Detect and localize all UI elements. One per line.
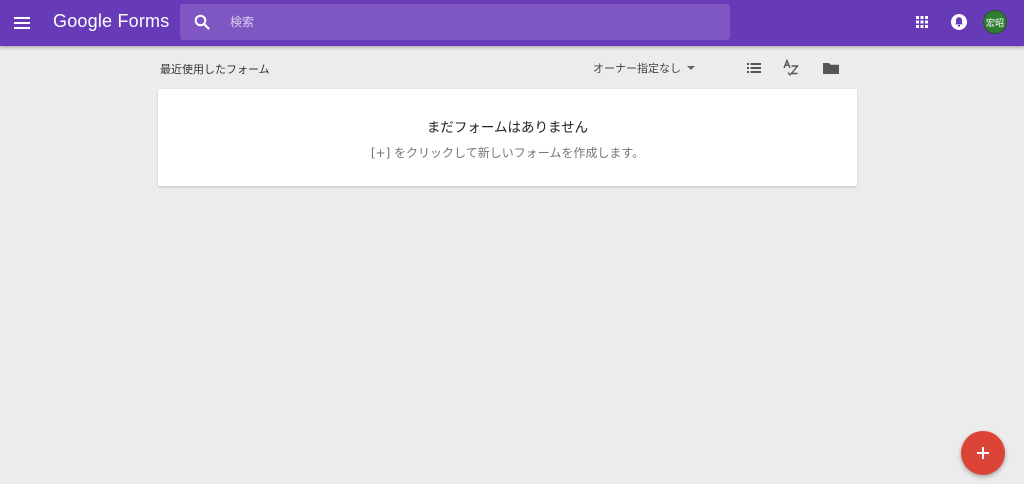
- empty-state-hint: [+] をクリックして新しいフォームを作成します。: [370, 146, 645, 160]
- search-input[interactable]: [230, 4, 710, 40]
- sort-az-icon[interactable]: [781, 58, 801, 78]
- search-icon[interactable]: [193, 13, 211, 31]
- main-menu-button[interactable]: [8, 9, 36, 37]
- notifications-icon: [951, 14, 967, 30]
- forms-list-card: まだフォームはありません [+] をクリックして新しいフォームを作成します。: [158, 89, 857, 186]
- hamburger-menu-icon: [14, 17, 30, 29]
- folder-icon[interactable]: [821, 58, 841, 78]
- notifications-button[interactable]: [949, 12, 969, 32]
- google-apps-button[interactable]: [912, 12, 932, 32]
- list-view-icon[interactable]: [744, 58, 764, 78]
- create-form-button[interactable]: [961, 431, 1005, 475]
- app-title[interactable]: Google Forms: [53, 11, 169, 32]
- plus-icon: [977, 447, 989, 459]
- empty-state-title: まだフォームはありません: [426, 120, 589, 136]
- apps-grid-icon: [916, 16, 928, 28]
- account-avatar[interactable]: 宏昭: [983, 10, 1007, 34]
- owner-filter-dropdown[interactable]: オーナー指定なし: [593, 60, 695, 76]
- chevron-down-icon: [687, 66, 695, 70]
- top-app-bar: Google Forms 宏昭: [0, 0, 1024, 46]
- search-box[interactable]: [180, 4, 730, 40]
- owner-filter-label: オーナー指定なし: [593, 62, 681, 75]
- section-title: 最近使用したフォーム: [160, 63, 270, 76]
